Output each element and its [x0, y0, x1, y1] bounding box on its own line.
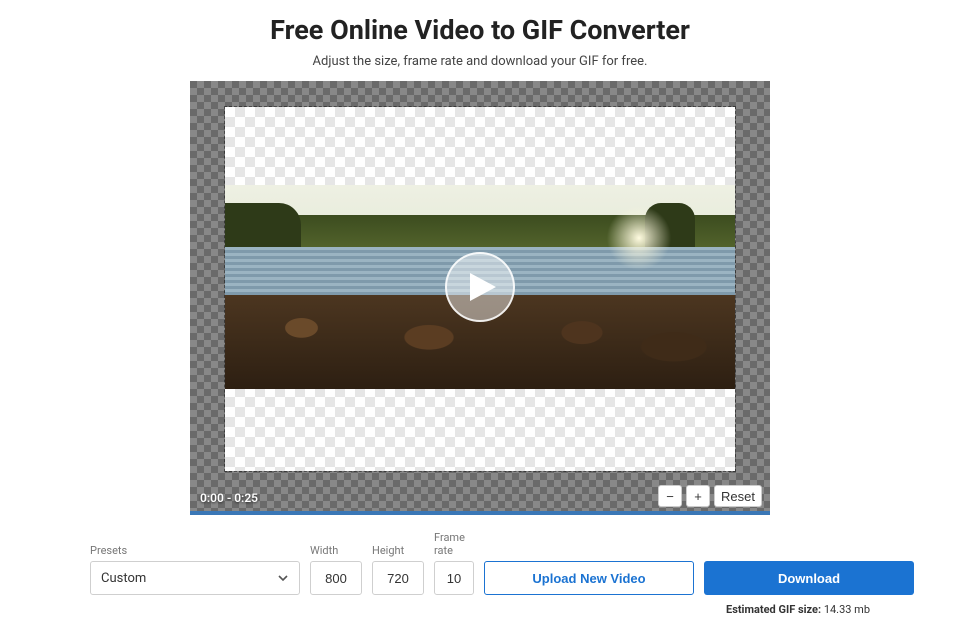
time-range: 0:00 - 0:25 — [200, 491, 258, 505]
page-title: Free Online Video to GIF Converter — [270, 14, 690, 46]
zoom-in-button[interactable]: + — [686, 485, 710, 507]
upload-button[interactable]: Upload New Video — [484, 561, 694, 595]
estimate-row: Estimated GIF size: 14.33 mb — [90, 603, 870, 616]
video-preview — [225, 185, 735, 389]
framerate-input[interactable] — [434, 561, 474, 595]
presets-value: Custom — [101, 571, 146, 586]
chevron-down-icon — [277, 572, 289, 584]
height-label: Height — [372, 544, 424, 557]
zoom-reset-button[interactable]: Reset — [714, 485, 762, 507]
download-button[interactable]: Download — [704, 561, 914, 595]
presets-label: Presets — [90, 544, 300, 557]
estimate-value: 14.33 mb — [824, 603, 870, 616]
zoom-out-button[interactable]: − — [658, 485, 682, 507]
height-input[interactable] — [372, 561, 424, 595]
progress-bar[interactable] — [190, 511, 770, 515]
play-button[interactable] — [445, 252, 515, 322]
estimate-label: Estimated GIF size: — [726, 603, 821, 616]
play-icon — [470, 273, 496, 301]
page-subtitle: Adjust the size, frame rate and download… — [313, 54, 648, 69]
width-label: Width — [310, 544, 362, 557]
presets-select[interactable]: Custom — [90, 561, 300, 595]
width-input[interactable] — [310, 561, 362, 595]
framerate-label: Frame rate — [434, 531, 474, 557]
zoom-controls: − + Reset — [658, 485, 762, 507]
video-stage[interactable]: 0:00 - 0:25 − + Reset — [190, 81, 770, 515]
